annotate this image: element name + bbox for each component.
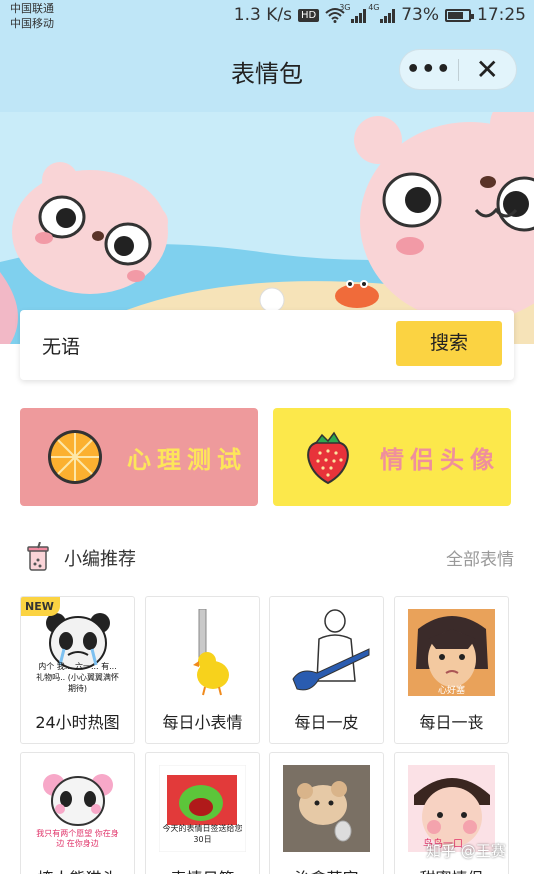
tile-daily-fun[interactable]: 每日一皮: [269, 596, 384, 744]
meme-caption: 内个 我... 六一... 有... 礼物吗.. (小心翼翼满怀期待): [36, 662, 119, 693]
tile-label: 每日一丧: [419, 713, 484, 732]
tile-daily-sad[interactable]: 心好塞 每日一丧: [394, 596, 509, 744]
watermark: 知乎 @王赛: [426, 842, 506, 860]
tile-meme-calendar[interactable]: 今天的表情日签送给您 30日 表情日签: [145, 752, 260, 874]
carrier-2: 中国移动: [10, 17, 54, 30]
section-header: 小编推荐 全部表情: [0, 532, 534, 580]
duck-pole-thumb: [159, 609, 246, 696]
bubble-tea-icon: [27, 542, 49, 571]
meme-caption: 心好塞: [437, 686, 465, 696]
hd-badge: HD: [297, 8, 320, 22]
tile-hot-24h[interactable]: 内个 我... 六一... 有... 礼物吗.. (小心翼翼满怀期待) NEW …: [20, 596, 135, 744]
strawberry-icon: [307, 431, 349, 485]
meme-caption: 今天的表情日签送给您 30日: [162, 824, 243, 844]
feature-couple-avatar[interactable]: 情侣头像: [273, 408, 511, 506]
orange-slice-icon: [48, 430, 102, 484]
tile-label: 表情日签: [146, 865, 259, 874]
feature-psych-test[interactable]: 心理测试: [20, 408, 258, 506]
tile-panda-flirt[interactable]: 我只有两个愿望 你在身边 在你身边 撩人熊猫头: [20, 752, 135, 874]
section-title: 小编推荐: [64, 549, 136, 570]
close-icon[interactable]: ✕: [458, 55, 516, 84]
feature-label: 情侣头像: [380, 445, 500, 474]
network-speed: 1.3 K/s: [233, 5, 292, 25]
battery-percent: 73%: [401, 5, 439, 25]
network-type-1: 3G: [339, 3, 351, 12]
more-dots-icon[interactable]: •••: [400, 58, 458, 81]
tile-label: 24小时热图: [35, 713, 120, 732]
title-bar: 表情包 ••• ✕: [0, 34, 534, 112]
puppy-thumb: [283, 765, 370, 852]
status-bar: 中国联通 中国移动 1.3 K/s HD 3G 4G 73% 17:25: [0, 0, 534, 34]
guitar-meme-thumb: [283, 609, 370, 696]
carrier-1: 中国联通: [10, 2, 54, 15]
signal-icon-2: 4G: [368, 3, 396, 23]
tile-label: 每日一皮: [294, 713, 359, 732]
feature-label: 心理测试: [127, 445, 247, 474]
tile-label: 撩人熊猫头: [21, 865, 134, 874]
carrier-info: 中国联通 中国移动: [10, 1, 54, 31]
network-type-2: 4G: [368, 3, 380, 12]
signal-icon-1: 3G: [339, 3, 367, 23]
new-badge: NEW: [21, 597, 60, 616]
meme-caption: 我只有两个愿望 你在身边 在你身边: [36, 829, 119, 848]
status-indicators: 1.3 K/s HD 3G 4G 73% 17:25: [233, 3, 526, 25]
clock: 17:25: [477, 5, 526, 25]
battery-icon: [445, 8, 474, 22]
tile-label: 治愈萌宠: [270, 865, 383, 874]
search-bar: 无语 搜索: [20, 310, 514, 380]
tile-cute-pets[interactable]: 治愈萌宠: [269, 752, 384, 874]
search-button[interactable]: 搜索: [396, 321, 502, 366]
see-all-link[interactable]: 全部表情: [446, 545, 514, 570]
tile-label: 甜蜜情侣: [395, 865, 508, 874]
tile-label: 每日小表情: [162, 713, 243, 732]
tile-daily-sticker[interactable]: 每日小表情: [145, 596, 260, 744]
mini-program-capsule: ••• ✕: [399, 49, 517, 90]
search-input[interactable]: 无语: [42, 332, 80, 359]
